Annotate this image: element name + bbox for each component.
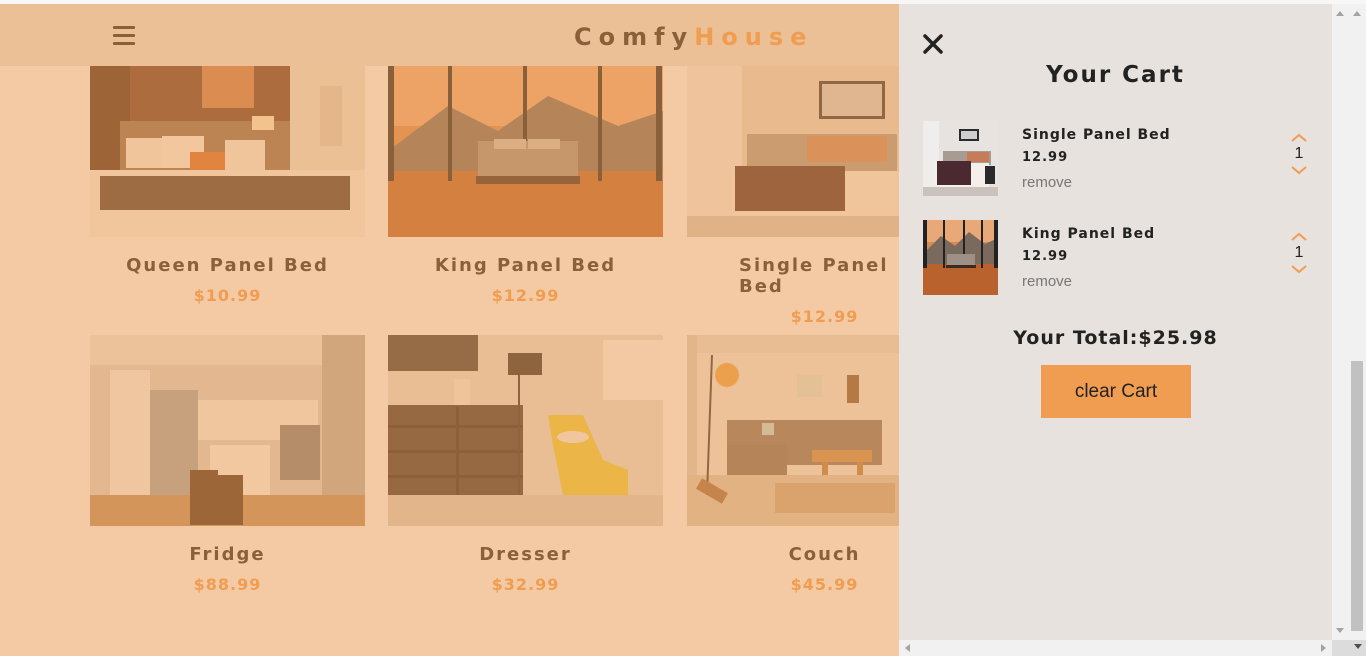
quantity-value: 1 bbox=[1294, 244, 1304, 261]
cart-item-price: 12.99 bbox=[1022, 150, 1069, 165]
cart-item: King Panel Bed 12.99 remove 1 bbox=[923, 220, 1313, 296]
cart-item-image bbox=[923, 121, 998, 196]
scroll-down-arrow-icon[interactable] bbox=[1354, 644, 1362, 649]
quantity-stepper: 1 bbox=[1287, 131, 1311, 177]
scroll-up-arrow-icon[interactable] bbox=[1353, 11, 1361, 16]
chevron-up-icon[interactable] bbox=[1287, 230, 1311, 244]
close-icon[interactable] bbox=[921, 32, 945, 56]
scroll-left-arrow-icon[interactable] bbox=[905, 644, 910, 652]
cart-item-price: 12.99 bbox=[1022, 249, 1069, 264]
cart-item-image bbox=[923, 220, 998, 295]
scrollbar-thumb[interactable] bbox=[1351, 361, 1363, 631]
clear-cart-button[interactable]: clear Cart bbox=[1041, 365, 1191, 418]
cart-item: Single Panel Bed 12.99 remove 1 bbox=[923, 121, 1313, 197]
quantity-stepper: 1 bbox=[1287, 230, 1311, 276]
scroll-down-arrow-icon[interactable] bbox=[1336, 628, 1344, 633]
cart-panel: Your Cart Single Panel Bed 12.99 remove bbox=[899, 4, 1332, 640]
scroll-up-arrow-icon[interactable] bbox=[1336, 11, 1344, 16]
cart-horizontal-scrollbar[interactable] bbox=[899, 640, 1332, 656]
cart-title: Your Cart bbox=[1046, 62, 1185, 88]
remove-item-button[interactable]: remove bbox=[1022, 273, 1072, 290]
chevron-down-icon[interactable] bbox=[1287, 262, 1311, 276]
cart-total: Your Total:$25.98 bbox=[1013, 327, 1218, 349]
cart-item-name: King Panel Bed bbox=[1022, 226, 1156, 242]
quantity-value: 1 bbox=[1294, 145, 1304, 162]
cart-item-name: Single Panel Bed bbox=[1022, 127, 1171, 143]
scroll-right-arrow-icon[interactable] bbox=[1321, 644, 1326, 652]
page-vertical-scrollbar[interactable] bbox=[1349, 4, 1366, 640]
chevron-up-icon[interactable] bbox=[1287, 131, 1311, 145]
cart-vertical-scrollbar[interactable] bbox=[1332, 4, 1349, 640]
remove-item-button[interactable]: remove bbox=[1022, 174, 1072, 191]
chevron-down-icon[interactable] bbox=[1287, 163, 1311, 177]
cart-overlay[interactable] bbox=[0, 4, 899, 656]
